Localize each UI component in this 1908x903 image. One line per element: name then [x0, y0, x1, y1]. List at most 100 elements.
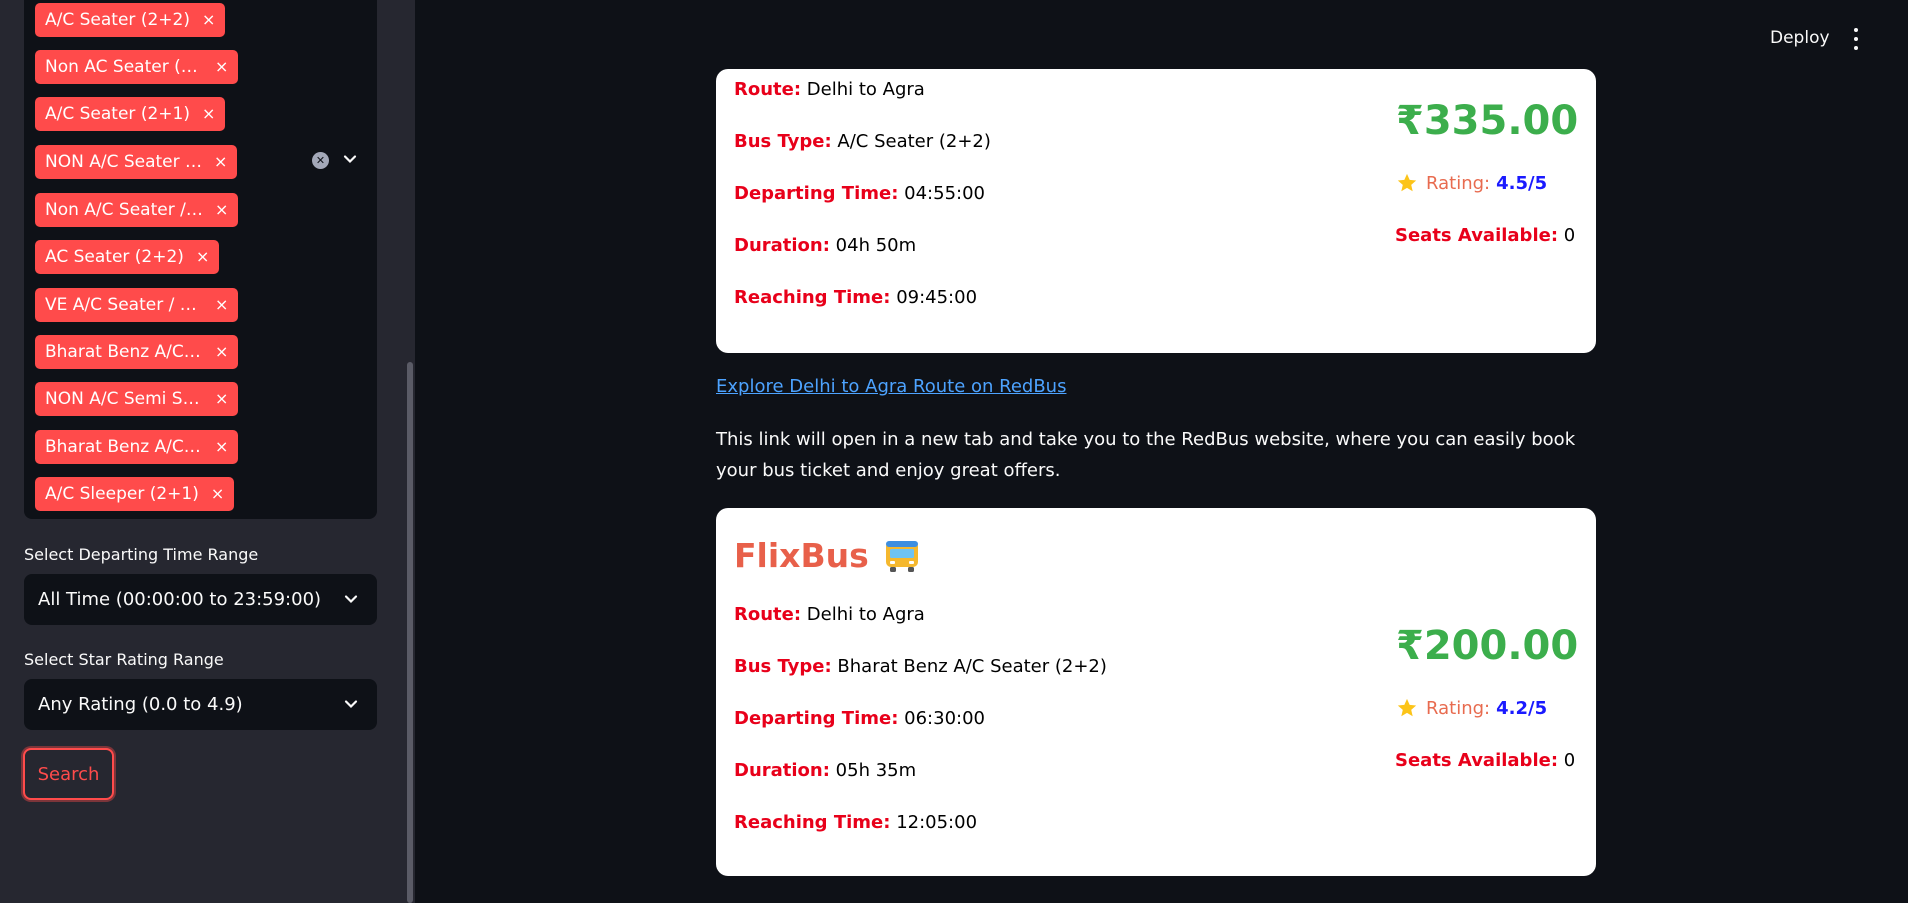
- seats-value: 0: [1563, 750, 1576, 771]
- chip-label: Bharat Benz A/C …: [45, 437, 203, 457]
- rating-value: 4.5/5: [1496, 172, 1548, 194]
- duration-key: Duration:: [734, 760, 830, 781]
- deploy-button[interactable]: Deploy: [1770, 28, 1830, 48]
- chip-label: NON A/C Seater …: [45, 152, 203, 172]
- duration-value: 04h 50m: [835, 235, 917, 256]
- bus-card: FlixBus Route: Delhi to Agra Bus Type: B…: [716, 508, 1596, 876]
- rating-key: Rating:: [1426, 697, 1491, 719]
- chip-remove-icon[interactable]: ×: [215, 59, 228, 75]
- chip-bus-type[interactable]: A/C Sleeper (2+1) ×: [35, 477, 235, 511]
- seats-field: Seats Available: 0: [1395, 750, 1575, 771]
- chip-label: VE A/C Seater / S…: [45, 295, 203, 315]
- star-rating-value: Any Rating (0.0 to 4.9): [38, 694, 243, 715]
- chip-remove-icon[interactable]: ×: [215, 344, 228, 360]
- departing-time-select[interactable]: All Time (00:00:00 to 23:59:00): [24, 574, 377, 625]
- departing-key: Departing Time:: [734, 183, 899, 204]
- chip-bus-type[interactable]: Non AC Seater (2… ×: [35, 50, 239, 84]
- star-rating-label: Select Star Rating Range: [24, 650, 224, 669]
- star-rating-select[interactable]: Any Rating (0.0 to 4.9): [24, 679, 377, 730]
- seats-value: 0: [1563, 225, 1576, 246]
- rating: Rating: 4.5/5: [1396, 172, 1547, 194]
- seats-key: Seats Available:: [1395, 750, 1559, 771]
- star-icon: [1397, 173, 1417, 192]
- chip-remove-icon[interactable]: ×: [214, 154, 227, 170]
- star-icon: [1397, 698, 1417, 717]
- route-value: Delhi to Agra: [806, 79, 925, 100]
- chip-remove-icon[interactable]: ×: [196, 249, 209, 265]
- reaching-key: Reaching Time:: [734, 812, 891, 833]
- chip-label: A/C Sleeper (2+1): [45, 484, 199, 504]
- route-value: Delhi to Agra: [806, 604, 925, 625]
- chip-label: NON A/C Semi Sl…: [45, 389, 203, 409]
- bus-icon: [885, 540, 918, 572]
- departing-time-value: All Time (00:00:00 to 23:59:00): [38, 589, 322, 610]
- chip-remove-icon[interactable]: ×: [215, 439, 228, 455]
- rating: Rating: 4.2/5: [1396, 697, 1547, 719]
- seats-key: Seats Available:: [1395, 225, 1559, 246]
- duration-field: Duration: 04h 50m: [734, 235, 916, 256]
- chip-bus-type[interactable]: VE A/C Seater / S… ×: [35, 288, 239, 322]
- bus-name-title: FlixBus: [734, 536, 921, 575]
- duration-value: 05h 35m: [835, 760, 917, 781]
- bus-type-value: Bharat Benz A/C Seater (2+2): [837, 656, 1107, 677]
- departing-key: Departing Time:: [734, 708, 899, 729]
- reaching-field: Reaching Time: 09:45:00: [734, 287, 977, 308]
- route-key: Route:: [734, 604, 802, 625]
- chip-label: Non A/C Seater / …: [45, 200, 203, 220]
- departing-time-label: Select Departing Time Range: [24, 545, 259, 564]
- rating-key: Rating:: [1426, 172, 1491, 194]
- chip-bus-type[interactable]: Bharat Benz A/C … ×: [35, 335, 239, 369]
- chevron-down-icon: [343, 591, 359, 612]
- reaching-field: Reaching Time: 12:05:00: [734, 812, 977, 833]
- chip-bus-type[interactable]: Non A/C Seater / … ×: [35, 193, 239, 227]
- rating-value: 4.2/5: [1496, 697, 1548, 719]
- bus-name: FlixBus: [734, 536, 869, 575]
- chevron-down-icon: [343, 696, 359, 717]
- price: ₹335.00: [1396, 98, 1579, 144]
- chip-label: Non AC Seater (2…: [45, 57, 203, 77]
- clear-all-icon[interactable]: ✕: [312, 152, 329, 169]
- chip-remove-icon[interactable]: ×: [211, 486, 224, 502]
- route-key: Route:: [734, 79, 802, 100]
- departing-value: 06:30:00: [904, 708, 985, 729]
- chip-bus-type[interactable]: A/C Seater (2+1) ×: [35, 97, 226, 131]
- bus-type-key: Bus Type:: [734, 131, 832, 152]
- departing-field: Departing Time: 06:30:00: [734, 708, 985, 729]
- more-options-icon[interactable]: [1852, 28, 1860, 50]
- bus-card: Route: Delhi to Agra Bus Type: A/C Seate…: [716, 69, 1596, 353]
- reaching-value: 09:45:00: [896, 287, 978, 308]
- seats-field: Seats Available: 0: [1395, 225, 1575, 246]
- sidebar: A/C Seater (2+2) × Non AC Seater (2… × A…: [0, 0, 415, 903]
- chip-remove-icon[interactable]: ×: [215, 297, 228, 313]
- search-button[interactable]: Search: [23, 748, 114, 800]
- chip-remove-icon[interactable]: ×: [202, 106, 215, 122]
- chip-bus-type[interactable]: NON A/C Seater … ×: [35, 145, 238, 179]
- chip-label: AC Seater (2+2): [45, 247, 184, 267]
- sidebar-scrollbar[interactable]: [407, 362, 413, 903]
- bus-type-field: Bus Type: A/C Seater (2+2): [734, 131, 991, 152]
- bus-type-field: Bus Type: Bharat Benz A/C Seater (2+2): [734, 656, 1107, 677]
- reaching-value: 12:05:00: [896, 812, 978, 833]
- redbus-route-link[interactable]: Explore Delhi to Agra Route on RedBus: [716, 376, 1066, 397]
- chip-remove-icon[interactable]: ×: [215, 202, 228, 218]
- bus-type-key: Bus Type:: [734, 656, 832, 677]
- chip-bus-type[interactable]: Bharat Benz A/C … ×: [35, 430, 239, 464]
- chip-label: A/C Seater (2+1): [45, 104, 190, 124]
- chip-bus-type[interactable]: A/C Seater (2+2) ×: [35, 3, 226, 37]
- reaching-key: Reaching Time:: [734, 287, 891, 308]
- chip-remove-icon[interactable]: ×: [202, 12, 215, 28]
- departing-value: 04:55:00: [904, 183, 985, 204]
- chevron-down-icon[interactable]: [342, 151, 358, 171]
- chip-label: A/C Seater (2+2): [45, 10, 190, 30]
- duration-key: Duration:: [734, 235, 830, 256]
- chip-bus-type[interactable]: NON A/C Semi Sl… ×: [35, 382, 239, 416]
- chip-bus-type[interactable]: AC Seater (2+2) ×: [35, 240, 220, 274]
- route-field: Route: Delhi to Agra: [734, 79, 925, 100]
- departing-field: Departing Time: 04:55:00: [734, 183, 985, 204]
- link-info-text: This link will open in a new tab and tak…: [716, 429, 1576, 481]
- duration-field: Duration: 05h 35m: [734, 760, 916, 781]
- chip-remove-icon[interactable]: ×: [215, 391, 228, 407]
- chip-label: Bharat Benz A/C …: [45, 342, 203, 362]
- route-field: Route: Delhi to Agra: [734, 604, 925, 625]
- price: ₹200.00: [1396, 623, 1579, 669]
